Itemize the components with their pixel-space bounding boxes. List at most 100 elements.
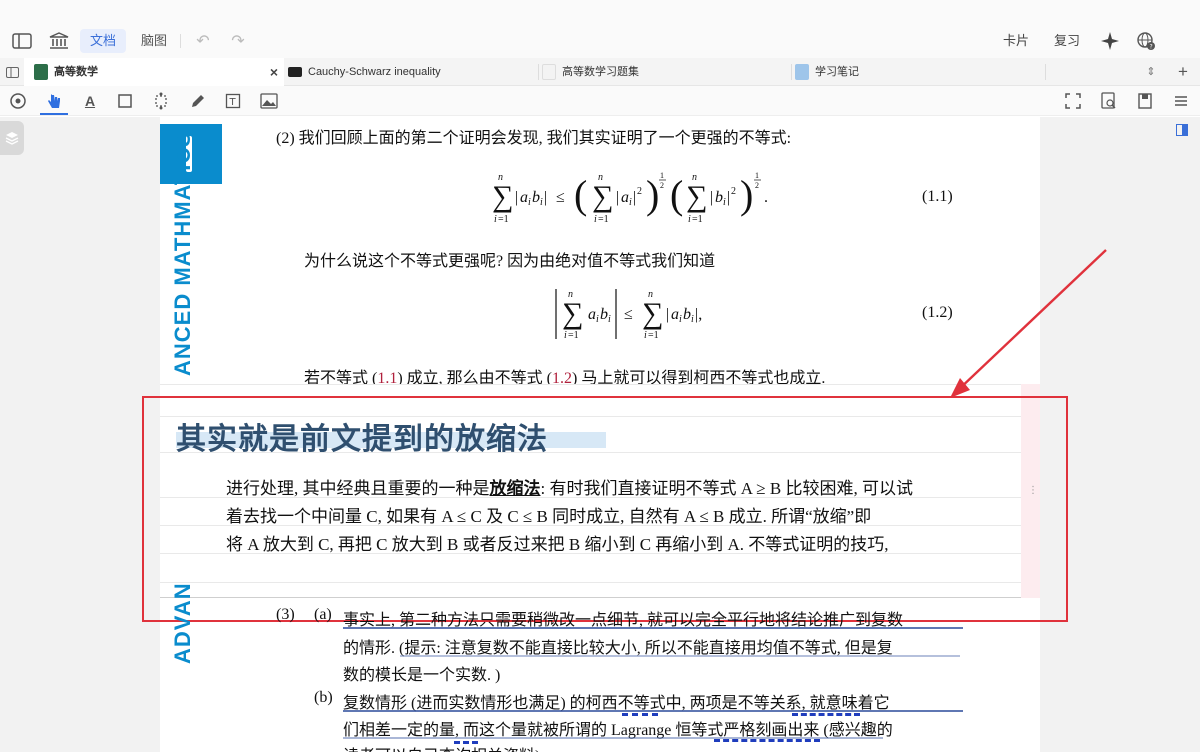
image-icon[interactable] [258, 90, 280, 112]
annotation-toolbar: A T [0, 86, 1200, 116]
svg-text:i: i [629, 197, 632, 208]
lasso-icon[interactable] [150, 90, 172, 112]
hand-icon[interactable] [43, 90, 65, 112]
pen-icon[interactable] [187, 90, 209, 112]
svg-text:b: b [600, 306, 608, 323]
svg-text:?: ? [1150, 44, 1153, 51]
spine-title: ANCED MATHMATICS [170, 131, 195, 376]
ai-sparkle-icon[interactable] [1099, 30, 1121, 52]
book-cover-icon [34, 64, 48, 80]
fullscreen-icon[interactable] [1062, 90, 1084, 112]
svg-text:1: 1 [755, 171, 759, 180]
tab-mindmap[interactable]: 脑图 [131, 29, 177, 53]
bookmark-icon[interactable] [1134, 90, 1156, 112]
svg-text:i: i [644, 330, 647, 341]
svg-text:): ) [646, 172, 659, 217]
svg-text:∑: ∑ [562, 297, 583, 330]
svg-text:i: i [528, 197, 531, 208]
svg-text:i: i [679, 314, 682, 325]
svg-text:i: i [688, 214, 691, 225]
tab-item-高等数学[interactable]: 高等数学 × [24, 58, 284, 86]
item-text: 数的模长是一个实数. ) [343, 667, 501, 684]
document-tab-bar: 高等数学 × Cauchy-Schwarz inequality 高等数学习题集… [0, 58, 1200, 86]
tab-label: 高等数学 [54, 66, 98, 78]
svg-text:b: b [683, 306, 691, 323]
svg-text:(: ( [574, 172, 587, 217]
svg-text:|: | [616, 189, 619, 206]
equation-graphic: n ∑ i =1 | a i b i | ≤ ( n ∑ i =1 | a i | 2 ) 12 ( … [492, 171, 768, 225]
tab-doc[interactable]: 文档 [80, 29, 127, 53]
svg-text:≤: ≤ [556, 189, 565, 206]
top-toolbar: 文档 脑图 ↶ ↷ 卡片 复习 ? [0, 0, 1200, 58]
item-number: (3) [276, 606, 295, 623]
svg-text:b: b [715, 189, 723, 206]
svg-text:2: 2 [637, 186, 642, 197]
tab-item-exercises[interactable]: 高等数学习题集 [540, 58, 790, 86]
paragraph: (2) 我们回顾上面的第二个证明会发现, 我们其实证明了一个更强的不等式: [276, 130, 792, 147]
item-text: 读者可以自己查询相关资料) [343, 742, 540, 752]
review-button[interactable]: 复习 [1054, 29, 1080, 53]
svg-text:∑: ∑ [642, 297, 663, 330]
dashed-mark [714, 739, 820, 742]
rect-icon[interactable] [114, 90, 136, 112]
layers-icon[interactable] [0, 121, 24, 155]
panel-toggle-icon[interactable] [0, 58, 24, 86]
svg-text:|: | [666, 306, 669, 323]
item-label: (a) [314, 606, 332, 623]
svg-text:|: | [727, 189, 730, 206]
svg-text:|,: |, [695, 306, 702, 323]
svg-text:=1: =1 [598, 214, 609, 225]
handwritten-underline [400, 655, 960, 657]
terminal-doc-icon [288, 67, 302, 77]
tab-list-icon[interactable]: ⇕ [1144, 58, 1158, 86]
svg-text:a: a [671, 306, 679, 323]
toolbar-divider [180, 34, 181, 48]
svg-text:∑: ∑ [592, 180, 613, 213]
close-tab-icon[interactable]: × [270, 58, 278, 86]
svg-text:.: . [764, 189, 768, 206]
svg-text:=1: =1 [498, 214, 509, 225]
annotation-rectangle[interactable] [142, 396, 1068, 622]
text-box-icon[interactable]: T [222, 90, 244, 112]
svg-text:(: ( [670, 172, 683, 217]
handwritten-underline [343, 627, 963, 629]
svg-text:i: i [564, 330, 567, 341]
sidebar-toggle-icon[interactable] [11, 30, 33, 52]
tab-item-cauchy[interactable]: Cauchy-Schwarz inequality [286, 58, 536, 86]
library-icon[interactable] [48, 30, 70, 52]
item-label: (b) [314, 689, 333, 706]
card-button[interactable]: 卡片 [1003, 29, 1029, 53]
svg-text:=1: =1 [568, 330, 579, 341]
add-tab-icon[interactable]: + [1176, 58, 1190, 86]
tab-item-notes[interactable]: 学习笔记 [793, 58, 1043, 86]
svg-text:2: 2 [755, 181, 759, 190]
annotation-arrow[interactable] [940, 240, 1120, 410]
svg-text:a: a [588, 306, 596, 323]
notebook-icon [795, 64, 809, 80]
more-icon[interactable] [1170, 90, 1192, 112]
equation-graphic: n ∑ i =1 aibi ≤ n ∑ i =1 | a i b i |, [555, 289, 702, 341]
svg-text:=1: =1 [692, 214, 703, 225]
tab-label: Cauchy-Schwarz inequality [308, 66, 441, 78]
tab-divider [791, 64, 792, 80]
svg-text:i: i [608, 314, 611, 325]
svg-text:|: | [710, 189, 713, 206]
text-highlight-icon[interactable]: A [79, 90, 101, 112]
svg-text:b: b [532, 189, 540, 206]
undo-icon[interactable]: ↶ [192, 30, 214, 52]
paragraph: 为什么说这个不等式更强呢? 因为由绝对值不等式我们知道 [304, 253, 716, 270]
tab-divider [1045, 64, 1046, 80]
svg-text:i: i [594, 214, 597, 225]
reading-mode-icon[interactable] [7, 90, 29, 112]
search-doc-icon[interactable] [1098, 90, 1120, 112]
side-panel-icon[interactable] [1176, 124, 1190, 138]
svg-text:a: a [520, 189, 528, 206]
svg-text:i: i [691, 314, 694, 325]
svg-text:|: | [633, 189, 636, 206]
redo-icon[interactable]: ↷ [227, 30, 249, 52]
svg-text:i: i [540, 197, 543, 208]
svg-text:|: | [544, 189, 547, 206]
page-doc-icon [542, 64, 556, 80]
language-help-icon[interactable]: ? [1135, 30, 1157, 52]
ruled-line [160, 384, 1022, 385]
